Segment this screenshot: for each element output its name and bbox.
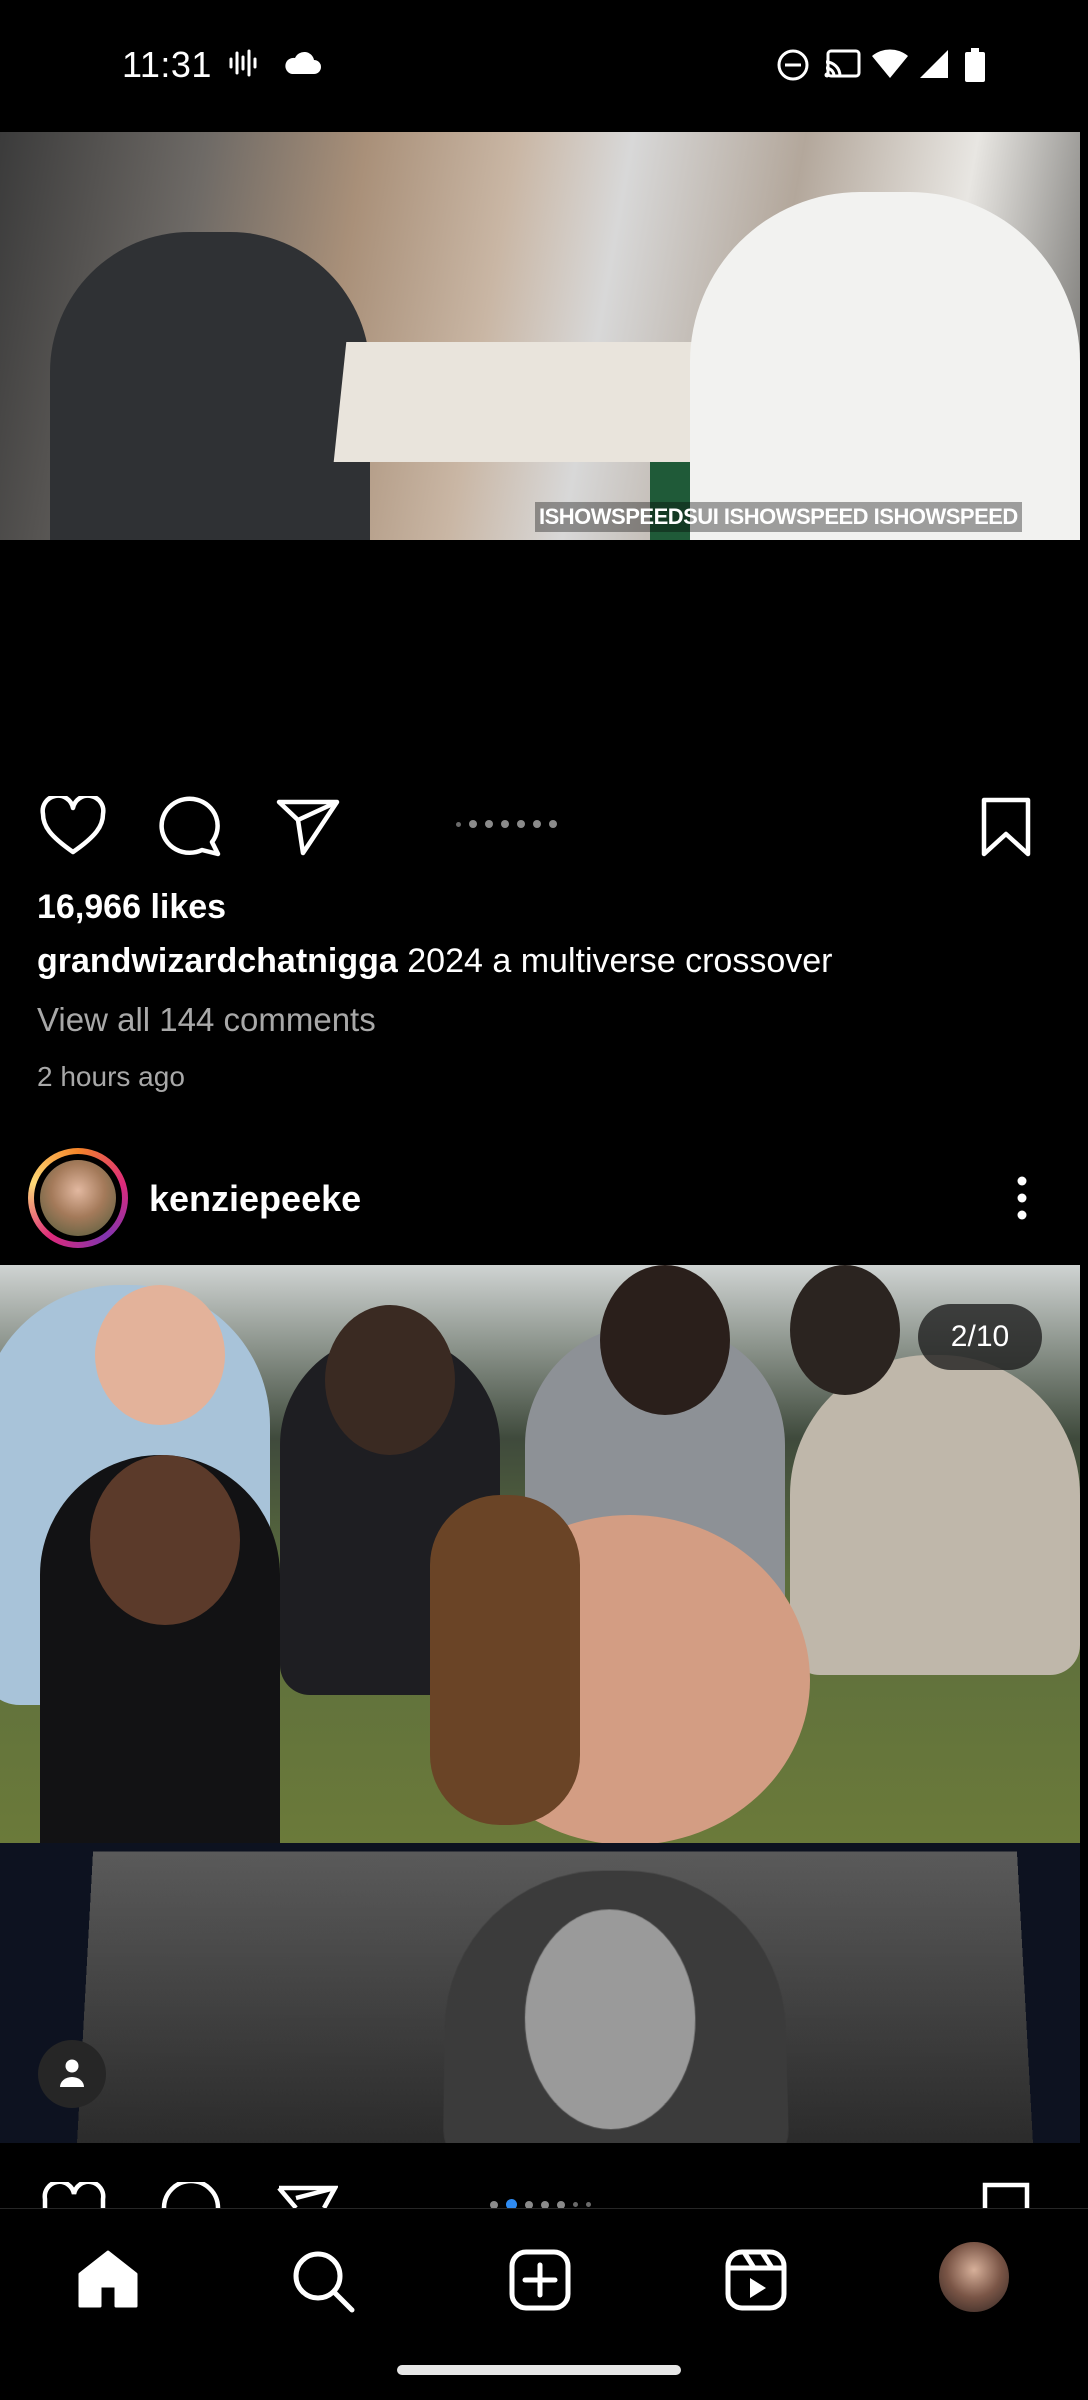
photo-subject bbox=[90, 1455, 240, 1625]
signal-icon bbox=[920, 50, 948, 78]
photo-subject bbox=[524, 1909, 698, 2130]
photo-subject bbox=[430, 1495, 580, 1825]
photo-subject bbox=[790, 1355, 1080, 1675]
status-time: 11:31 bbox=[122, 44, 212, 85]
more-options-icon[interactable] bbox=[1010, 1175, 1034, 1221]
photo-subject bbox=[325, 1305, 455, 1455]
cast-icon bbox=[824, 49, 861, 78]
post-username[interactable]: kenziepeeke bbox=[149, 1178, 361, 1220]
post-media-next[interactable] bbox=[0, 1843, 1080, 2143]
post-timestamp: 2 hours ago bbox=[37, 1061, 185, 1092]
comment-icon[interactable] bbox=[160, 2182, 222, 2208]
photo-subject bbox=[600, 1265, 730, 1415]
nav-divider bbox=[0, 2208, 1088, 2209]
like-heart-icon[interactable] bbox=[42, 2182, 106, 2208]
search-icon[interactable] bbox=[290, 2248, 356, 2314]
photo-subject bbox=[690, 192, 1080, 540]
avatar[interactable] bbox=[40, 1160, 116, 1236]
create-post-icon[interactable] bbox=[508, 2248, 572, 2312]
voicemail-icon bbox=[229, 49, 257, 77]
photo-subject bbox=[95, 1285, 225, 1425]
reels-icon[interactable] bbox=[724, 2248, 788, 2312]
caption-username[interactable]: grandwizardchatnigga bbox=[37, 942, 398, 980]
post-media[interactable]: ISHOWSPEEDSUI ISHOWSPEED ISHOWSPEED bbox=[0, 132, 1080, 540]
caption-text: 2024 a multiverse crossover bbox=[397, 942, 833, 980]
photo-subject bbox=[50, 232, 370, 540]
wifi-icon bbox=[872, 49, 908, 78]
view-comments-link[interactable]: View all 144 comments bbox=[37, 1001, 376, 1039]
like-heart-icon[interactable] bbox=[40, 796, 106, 856]
save-bookmark-icon[interactable] bbox=[982, 2182, 1030, 2208]
do-not-disturb-icon bbox=[777, 49, 809, 81]
home-icon[interactable] bbox=[76, 2248, 140, 2310]
save-bookmark-icon[interactable] bbox=[980, 796, 1032, 858]
carousel-indicator bbox=[456, 820, 557, 828]
cloud-icon bbox=[285, 51, 321, 74]
share-icon[interactable] bbox=[276, 2184, 338, 2208]
share-icon[interactable] bbox=[276, 798, 340, 856]
person-icon bbox=[60, 2059, 84, 2087]
comment-icon[interactable] bbox=[158, 796, 222, 858]
battery-icon bbox=[965, 48, 985, 82]
profile-avatar[interactable] bbox=[937, 2240, 1011, 2314]
photo-subject bbox=[790, 1265, 900, 1395]
tagged-people-button[interactable] bbox=[38, 2040, 106, 2108]
photo-table bbox=[333, 342, 717, 462]
post-caption: grandwizardchatnigga 2024 a multiverse c… bbox=[37, 942, 832, 981]
like-count[interactable]: 16,966 likes bbox=[37, 888, 226, 927]
carousel-position-text: 2/10 bbox=[950, 1320, 1010, 1353]
media-watermark: ISHOWSPEEDSUI ISHOWSPEED ISHOWSPEED bbox=[535, 502, 1022, 532]
photo-screen bbox=[76, 1851, 1034, 2143]
gesture-home-indicator[interactable] bbox=[397, 2365, 681, 2375]
